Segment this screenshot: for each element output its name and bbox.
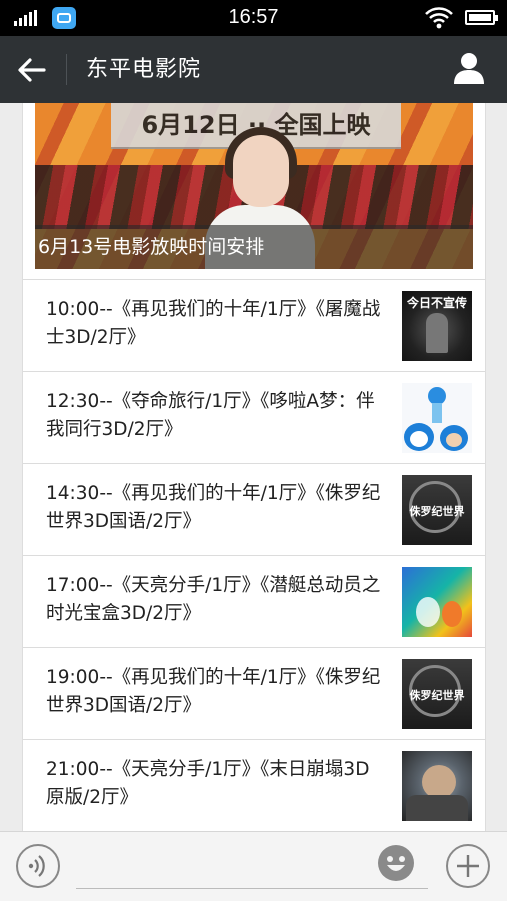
poster-thumbnail: 侏罗纪世界	[402, 475, 472, 545]
page-title: 东平电影院	[86, 57, 202, 82]
banner-image[interactable]: 6月12日 ·· 全国上映 6月13号电影放映时间安排	[35, 103, 473, 269]
plus-icon[interactable]	[446, 844, 490, 888]
input-field[interactable]	[76, 888, 428, 889]
poster-thumbnail	[402, 751, 472, 821]
battery-icon	[465, 10, 498, 25]
list-item[interactable]: 14:30--《再见我们的十年/1厅》《侏罗纪世界3D国语/2厅》 侏罗纪世界	[23, 463, 485, 555]
schedule-text: 21:00--《天亮分手/1厅》《末日崩塌3D原版/2厅》	[46, 759, 370, 808]
voice-icon[interactable]	[16, 844, 60, 888]
arrow-left-icon[interactable]	[14, 53, 50, 87]
poster-caption: 侏罗纪世界	[409, 689, 465, 702]
poster-thumbnail: 侏罗纪世界	[402, 659, 472, 729]
schedule-list: 10:00--《再见我们的十年/1厅》《屠魔战士3D/2厅》 今日不宣传 12:…	[23, 279, 485, 831]
schedule-text: 17:00--《天亮分手/1厅》《潜艇总动员之时光宝盒3D/2厅》	[46, 575, 381, 624]
input-bar	[0, 831, 507, 901]
schedule-text: 12:30--《夺命旅行/1厅》《哆啦A梦：伴我同行3D/2厅》	[46, 391, 375, 440]
schedule-text: 10:00--《再见我们的十年/1厅》《屠魔战士3D/2厅》	[46, 299, 381, 348]
poster-thumbnail	[402, 567, 472, 637]
wifi-icon	[425, 7, 453, 29]
nav-divider	[66, 54, 67, 85]
list-item[interactable]: 17:00--《天亮分手/1厅》《潜艇总动员之时光宝盒3D/2厅》	[23, 555, 485, 647]
emoji-icon[interactable]	[378, 845, 414, 881]
poster-thumbnail: 今日不宣传	[402, 291, 472, 361]
status-bar: 16:57	[0, 0, 507, 36]
list-item[interactable]: 21:00--《天亮分手/1厅》《末日崩塌3D原版/2厅》	[23, 739, 485, 831]
list-item[interactable]: 10:00--《再见我们的十年/1厅》《屠魔战士3D/2厅》 今日不宣传	[23, 279, 485, 371]
nav-bar: 东平电影院	[0, 36, 507, 103]
list-item[interactable]: 12:30--《夺命旅行/1厅》《哆啦A梦：伴我同行3D/2厅》	[23, 371, 485, 463]
banner-caption: 6月13号电影放映时间安排	[35, 225, 473, 269]
poster-caption: 侏罗纪世界	[409, 505, 465, 518]
list-item[interactable]: 19:00--《再见我们的十年/1厅》《侏罗纪世界3D国语/2厅》 侏罗纪世界	[23, 647, 485, 739]
schedule-text: 14:30--《再见我们的十年/1厅》《侏罗纪世界3D国语/2厅》	[46, 483, 381, 532]
article-card: 6月12日 ·· 全国上映 6月13号电影放映时间安排 10:00--《再见我们…	[22, 103, 486, 831]
poster-thumbnail	[402, 383, 472, 453]
person-icon[interactable]	[450, 50, 488, 88]
schedule-text: 19:00--《再见我们的十年/1厅》《侏罗纪世界3D国语/2厅》	[46, 667, 381, 716]
poster-caption: 今日不宣传	[406, 296, 467, 310]
